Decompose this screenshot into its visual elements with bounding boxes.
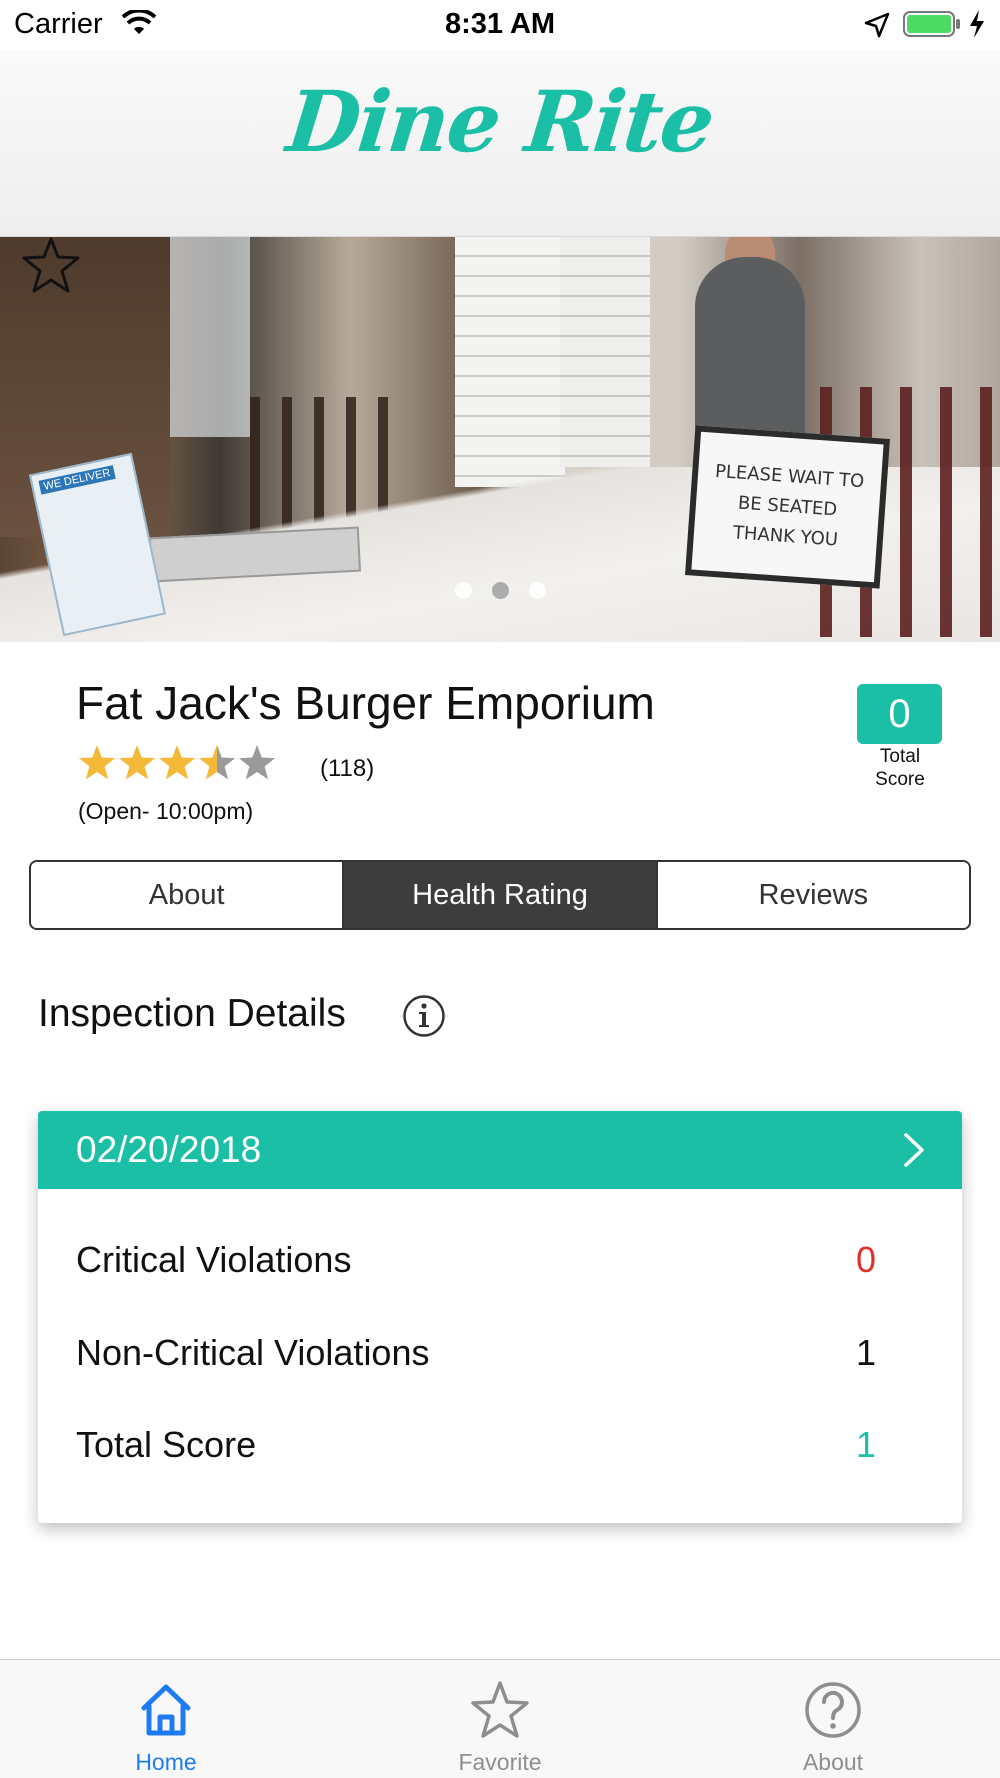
favorite-star-icon[interactable]: [20, 236, 82, 294]
star-icon: [471, 1681, 529, 1738]
tab-reviews[interactable]: Reviews: [655, 862, 969, 928]
critical-violations-label: Critical Violations: [76, 1239, 352, 1280]
photo-card-text: WE DELIVER: [38, 465, 116, 495]
rating-star-icon: [118, 745, 156, 780]
non-critical-violations-label: Non-Critical Violations: [76, 1332, 430, 1373]
restaurant-name: Fat Jack's Burger Emporium: [76, 677, 655, 729]
page-dot[interactable]: [528, 582, 546, 599]
rating-star-icon: [238, 745, 276, 780]
info-icon[interactable]: [402, 994, 446, 1038]
app-header: Dine Rite: [0, 50, 1000, 237]
app-logo: Dine Rite: [282, 72, 718, 171]
charging-bolt-icon: [970, 10, 984, 38]
status-bar: Carrier 8:31 AM: [0, 0, 1000, 50]
question-icon: [805, 1682, 861, 1738]
review-count: (118): [320, 755, 375, 782]
tab-bar-favorite[interactable]: Favorite: [400, 1660, 600, 1778]
photo-sign: PLEASE WAIT TO BE SEATED THANK YOU: [685, 425, 890, 589]
photo-window: [170, 237, 250, 437]
total-score-row-value: 1: [855, 1424, 876, 1465]
rating-star-icon: [198, 745, 236, 780]
tab-health-rating[interactable]: Health Rating: [342, 862, 656, 928]
score-label-line: Total: [879, 746, 921, 767]
non-critical-violations-value: 1: [855, 1332, 876, 1373]
page-dot[interactable]: [454, 582, 472, 599]
open-hours: (Open- 10:00pm): [78, 798, 254, 824]
photo-brick-column: [455, 237, 565, 487]
page-dot-active[interactable]: [491, 582, 509, 599]
location-arrow-icon: [864, 12, 890, 38]
total-score-label: Total Score: [840, 745, 960, 791]
chevron-right-icon[interactable]: [900, 1132, 928, 1168]
rating-star-icon: [78, 745, 116, 780]
total-score-row: Total Score 1: [76, 1424, 876, 1474]
total-score-row-label: Total Score: [76, 1424, 257, 1465]
tab-bar-home-label: Home: [135, 1749, 197, 1775]
page-indicator[interactable]: [450, 582, 550, 600]
score-label-line: Score: [875, 769, 925, 790]
sign-line: THANK YOU: [732, 522, 839, 551]
non-critical-violations-row: Non-Critical Violations 1: [76, 1332, 876, 1382]
rating-star-icon: [158, 745, 196, 780]
inspection-date: 02/20/2018: [76, 1129, 262, 1170]
status-time: 8:31 AM: [444, 8, 556, 40]
critical-violations-value: 0: [855, 1239, 876, 1280]
detail-segmented-control: About Health Rating Reviews: [29, 860, 971, 930]
battery-icon: [903, 11, 960, 37]
total-score-badge: 0: [857, 684, 942, 744]
critical-violations-row: Critical Violations 0: [76, 1239, 876, 1289]
rating-stars: [78, 745, 276, 780]
inspection-card-header[interactable]: 02/20/2018: [38, 1111, 962, 1189]
tab-bar-about[interactable]: About: [733, 1660, 933, 1778]
inspection-card: 02/20/2018 Critical Violations 0 Non-Cri…: [38, 1111, 962, 1523]
bottom-tab-bar: Home Favorite About: [0, 1659, 1000, 1778]
home-icon: [141, 1684, 191, 1736]
inspection-details-title: Inspection Details: [38, 992, 346, 1035]
photo-brick-column: [560, 237, 650, 467]
tab-bar-home[interactable]: Home: [66, 1660, 266, 1778]
tab-bar-about-label: About: [802, 1749, 864, 1775]
tab-bar-favorite-label: Favorite: [458, 1749, 542, 1775]
tab-about[interactable]: About: [31, 862, 343, 928]
